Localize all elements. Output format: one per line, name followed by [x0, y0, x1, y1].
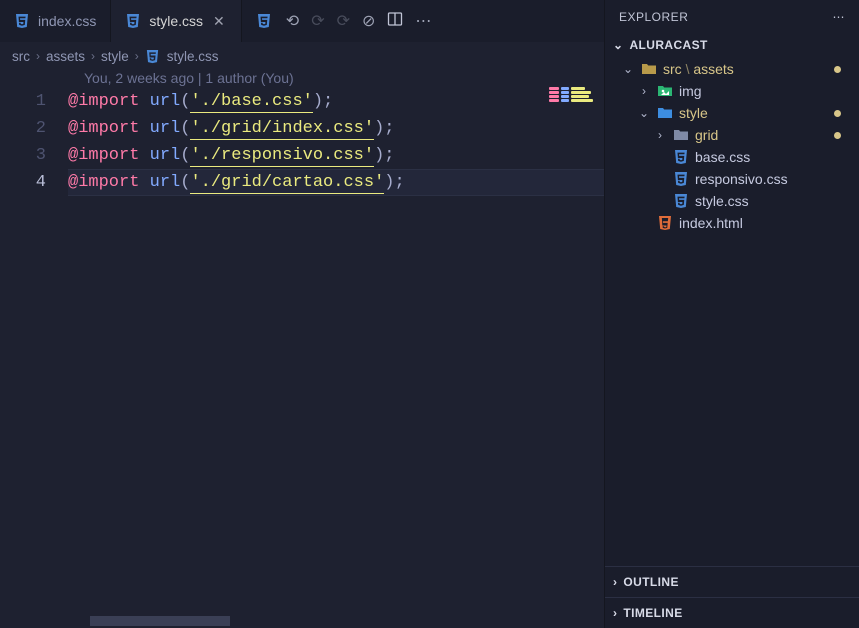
tree-item-label: base.css [695, 149, 750, 165]
breadcrumb-crumb[interactable]: style [101, 49, 129, 64]
breadcrumb: src › assets › style › style.css [0, 42, 604, 70]
tree-item-label: index.html [679, 215, 743, 231]
timeline-section[interactable]: › TIMELINE [605, 597, 859, 628]
tab-label: index.css [38, 13, 96, 29]
folder-icon [673, 127, 689, 143]
chevron-down-icon: ⌄ [613, 38, 623, 52]
modified-dot-icon [834, 132, 841, 139]
outline-label: OUTLINE [623, 575, 678, 589]
line-number[interactable]: 3 [0, 142, 46, 169]
explorer-panel: EXPLORER ⋯ ⌄ ALURACAST ⌄ src \ assets › img… [604, 0, 859, 628]
git-blame-annotation: You, 2 weeks ago | 1 author (You) [0, 70, 604, 86]
tab-label: style.css [149, 13, 203, 29]
code-line[interactable]: @import url('./responsivo.css'); [68, 142, 604, 169]
tree-item-label: style.css [695, 193, 749, 209]
outline-section[interactable]: › OUTLINE [605, 566, 859, 597]
code-line[interactable]: @import url('./grid/cartao.css'); [68, 169, 604, 196]
explorer-title: EXPLORER [619, 10, 688, 24]
css-icon [673, 149, 689, 165]
code-line[interactable]: @import url('./base.css'); [68, 88, 604, 115]
tree-folder[interactable]: › grid [605, 124, 859, 146]
line-number[interactable]: 4 [0, 169, 46, 196]
timeline-label: TIMELINE [623, 606, 682, 620]
code-lines[interactable]: @import url('./base.css');@import url('.… [68, 88, 604, 196]
tab-style-css[interactable]: style.css ✕ [111, 0, 241, 42]
explorer-root[interactable]: ⌄ ALURACAST [605, 34, 859, 56]
css-icon [145, 48, 161, 64]
chevron-right-icon[interactable]: › [653, 128, 667, 142]
file-tree: ⌄ src \ assets › img ⌄ style › grid base.css resp… [605, 56, 859, 566]
more-icon[interactable]: ⋯ [415, 11, 431, 31]
tree-folder[interactable]: ⌄ src \ assets [605, 58, 859, 80]
breadcrumb-file[interactable]: style.css [167, 49, 219, 64]
tree-file[interactable]: responsivo.css [605, 168, 859, 190]
explorer-footer: › OUTLINE › TIMELINE [605, 566, 859, 628]
editor-pane: index.css style.css ✕ ⟲ ⟳ ⟳ ⊘ ⋯ src › [0, 0, 604, 628]
git-redo-icon: ⟳ [337, 11, 350, 31]
minimap[interactable] [544, 86, 604, 246]
chevron-down-icon[interactable]: ⌄ [621, 62, 635, 76]
git-back-icon[interactable]: ⟲ [286, 11, 299, 31]
line-number[interactable]: 1 [0, 88, 46, 115]
code-editor[interactable]: 1 2 3 4 @import url('./base.css');@impor… [0, 86, 604, 196]
chevron-right-icon[interactable]: › [637, 84, 651, 98]
breadcrumb-crumb[interactable]: src [12, 49, 30, 64]
tab-partial[interactable] [242, 0, 278, 42]
tree-item-label: responsivo.css [695, 171, 788, 187]
css-icon [673, 193, 689, 209]
breadcrumb-crumb[interactable]: assets [46, 49, 85, 64]
scrollbar-thumb[interactable] [90, 616, 230, 626]
css-icon [125, 13, 141, 29]
css-icon [256, 13, 272, 29]
tree-file[interactable]: style.css [605, 190, 859, 212]
chevron-down-icon[interactable]: ⌄ [637, 106, 651, 120]
css-icon [14, 13, 30, 29]
chevron-right-icon: › [91, 49, 95, 63]
close-icon[interactable]: ✕ [211, 13, 227, 30]
git-forward-icon: ⟳ [311, 11, 324, 31]
folder-open-icon [657, 105, 673, 121]
line-number[interactable]: 2 [0, 115, 46, 142]
folder-img-icon [657, 83, 673, 99]
tab-index-css[interactable]: index.css [0, 0, 111, 42]
tree-item-label: style [679, 105, 708, 121]
tree-item-label: grid [695, 127, 718, 143]
css-icon [673, 171, 689, 187]
folder-open-icon [641, 61, 657, 77]
html-icon [657, 215, 673, 231]
tree-item-label: src \ assets [663, 61, 734, 77]
explorer-root-label: ALURACAST [629, 38, 707, 52]
chevron-right-icon: › [613, 606, 617, 620]
tab-bar: index.css style.css ✕ ⟲ ⟳ ⟳ ⊘ ⋯ [0, 0, 604, 42]
horizontal-scrollbar[interactable] [0, 616, 604, 628]
no-symbol-icon[interactable]: ⊘ [362, 11, 375, 31]
tree-folder[interactable]: ⌄ style [605, 102, 859, 124]
line-gutter: 1 2 3 4 [0, 88, 68, 196]
more-icon[interactable]: ⋯ [833, 10, 846, 24]
editor-actions: ⟲ ⟳ ⟳ ⊘ ⋯ [286, 0, 442, 42]
tree-folder[interactable]: › img [605, 80, 859, 102]
chevron-right-icon: › [135, 49, 139, 63]
code-line[interactable]: @import url('./grid/index.css'); [68, 115, 604, 142]
chevron-right-icon: › [36, 49, 40, 63]
split-editor-icon[interactable] [387, 11, 403, 32]
tree-file[interactable]: base.css [605, 146, 859, 168]
explorer-header: EXPLORER ⋯ [605, 0, 859, 34]
tree-item-label: img [679, 83, 702, 99]
modified-dot-icon [834, 66, 841, 73]
modified-dot-icon [834, 110, 841, 117]
tree-file[interactable]: index.html [605, 212, 859, 234]
chevron-right-icon: › [613, 575, 617, 589]
